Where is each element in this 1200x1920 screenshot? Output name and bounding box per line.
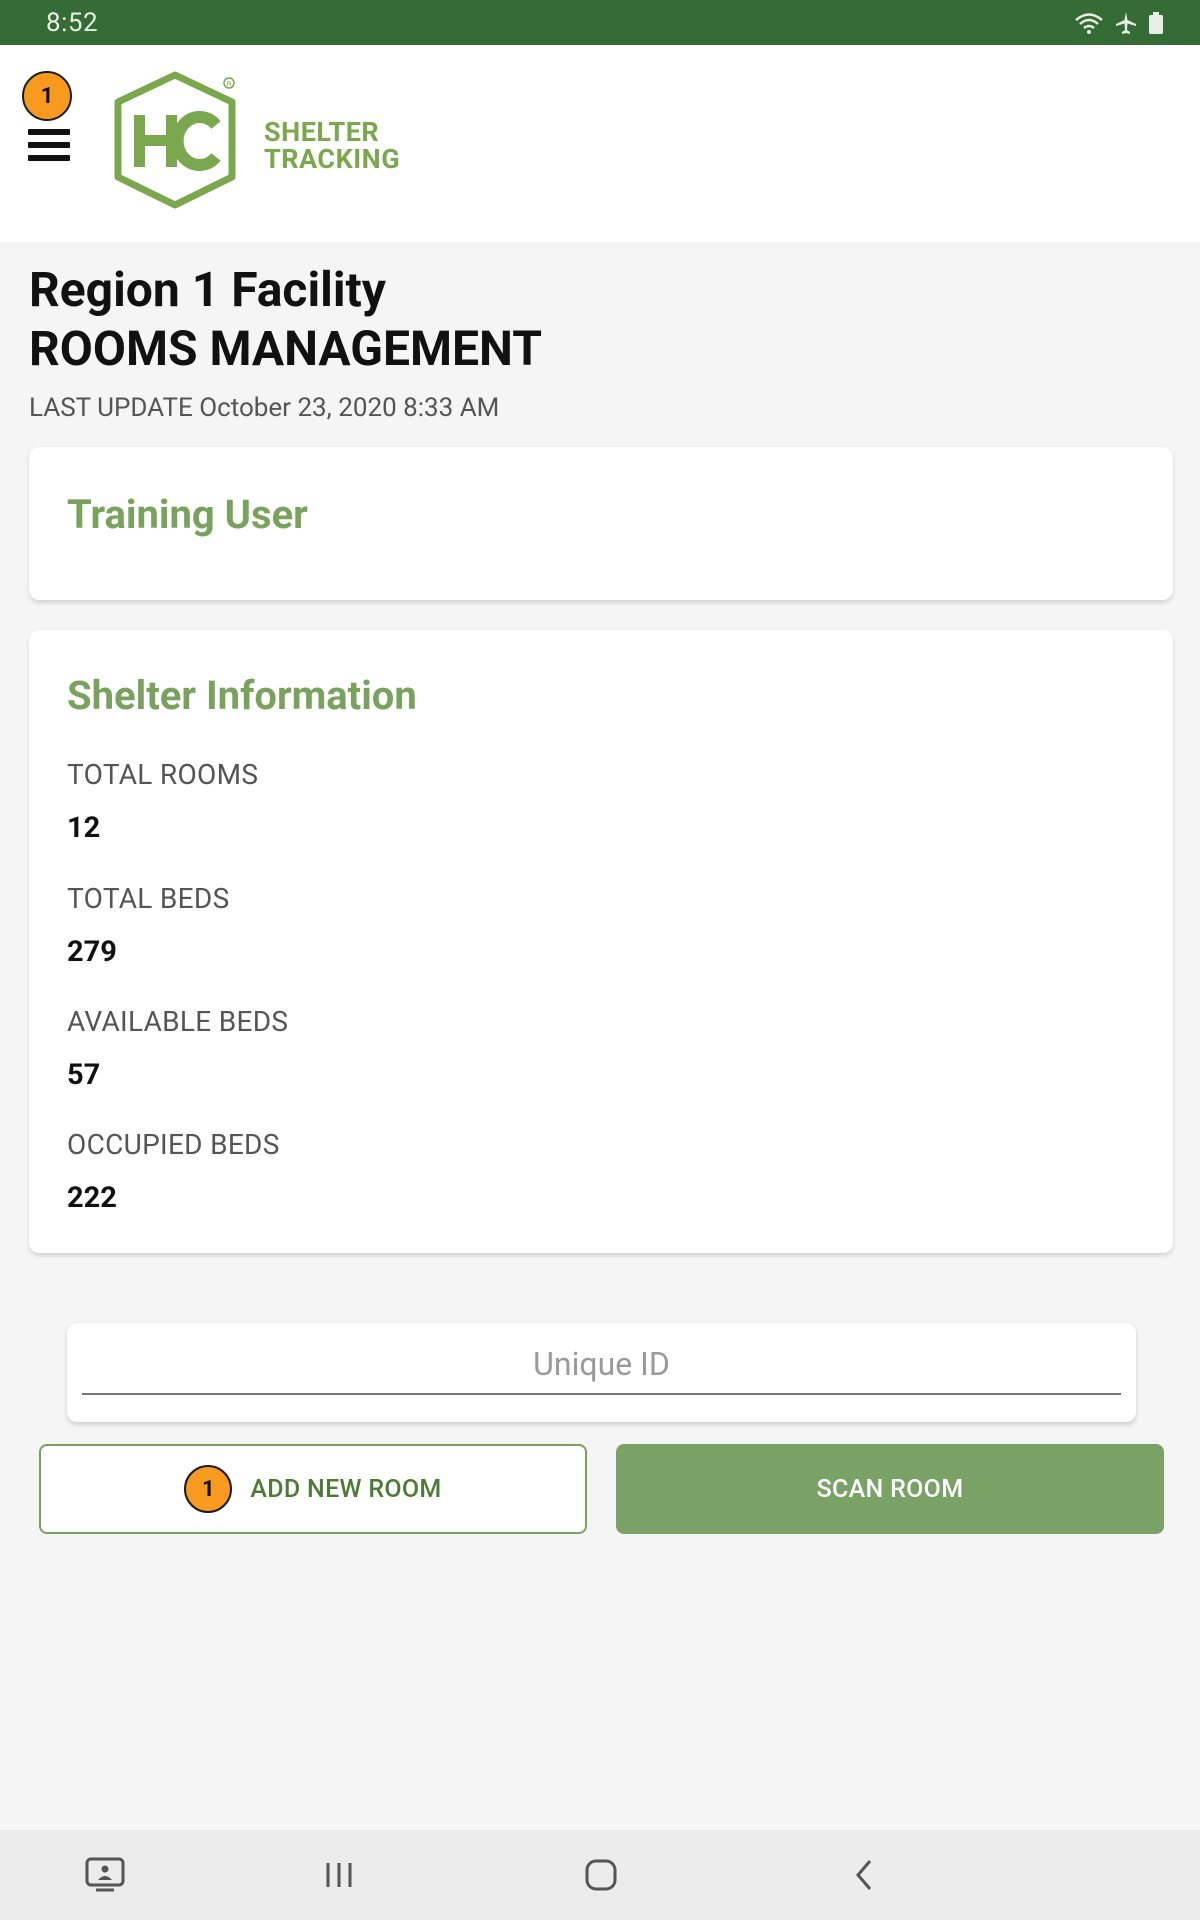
stat-occupied-beds: OCCUPIED BEDS 222 [67,1128,280,1215]
battery-icon [1148,11,1164,35]
facility-name: Region 1 Facility [29,261,386,318]
stat-label: TOTAL BEDS [67,882,230,915]
logo-tagline-line2: TRACKING [264,143,401,175]
back-icon[interactable] [840,1850,890,1900]
last-update-text: LAST UPDATE October 23, 2020 8:33 AM [29,393,500,423]
add-room-badge: 1 [184,1465,233,1513]
airplane-icon [1114,11,1138,35]
stat-total-beds: TOTAL BEDS 279 [67,882,230,969]
wifi-icon [1074,11,1104,35]
app-header: 1 R SHELTER TRACKING [0,45,1200,242]
unique-id-input[interactable] [82,1335,1121,1395]
page-title: Region 1 Facility ROOMS MANAGEMENT [29,260,542,378]
stat-label: OCCUPIED BEDS [67,1128,280,1161]
unique-id-field-container [67,1323,1136,1422]
scan-room-label: SCAN ROOM [816,1474,964,1504]
system-navigation-bar [0,1830,1200,1920]
screen-share-icon[interactable] [80,1850,130,1900]
hamburger-menu-icon[interactable] [28,129,70,161]
add-new-room-label: ADD NEW ROOM [250,1474,442,1504]
logo-tagline-line1: SHELTER [264,116,380,148]
add-new-room-button[interactable]: 1 ADD NEW ROOM [39,1444,587,1534]
stat-total-rooms: TOTAL ROOMS 12 [67,758,258,845]
recent-apps-icon[interactable] [314,1850,364,1900]
hc-hexagon-logo-icon: R [114,71,236,209]
home-icon[interactable] [576,1850,626,1900]
stat-value: 57 [67,1058,101,1092]
user-card: Training User [29,447,1173,600]
logo-tagline: SHELTER TRACKING [264,119,400,173]
shelter-info-card: Shelter Information TOTAL ROOMS 12 TOTAL… [29,630,1173,1253]
scan-room-button[interactable]: SCAN ROOM [616,1444,1164,1534]
shelter-tracking-logo: R SHELTER TRACKING [108,69,418,219]
notification-badge[interactable]: 1 [22,71,72,121]
stat-label: TOTAL ROOMS [67,758,259,791]
status-bar: 8:52 [0,0,1200,45]
status-time: 8:52 [46,7,99,38]
shelter-info-heading: Shelter Information [67,672,417,719]
stat-available-beds: AVAILABLE BEDS 57 [67,1005,288,1092]
stat-value: 222 [67,1181,117,1215]
stat-value: 12 [67,811,101,845]
stat-value: 279 [67,935,117,969]
stat-label: AVAILABLE BEDS [67,1005,289,1038]
status-icons [1074,11,1164,35]
menu-button[interactable]: 1 [22,71,76,171]
svg-text:R: R [227,81,232,88]
user-name: Training User [67,491,308,538]
section-title: ROOMS MANAGEMENT [29,320,542,377]
